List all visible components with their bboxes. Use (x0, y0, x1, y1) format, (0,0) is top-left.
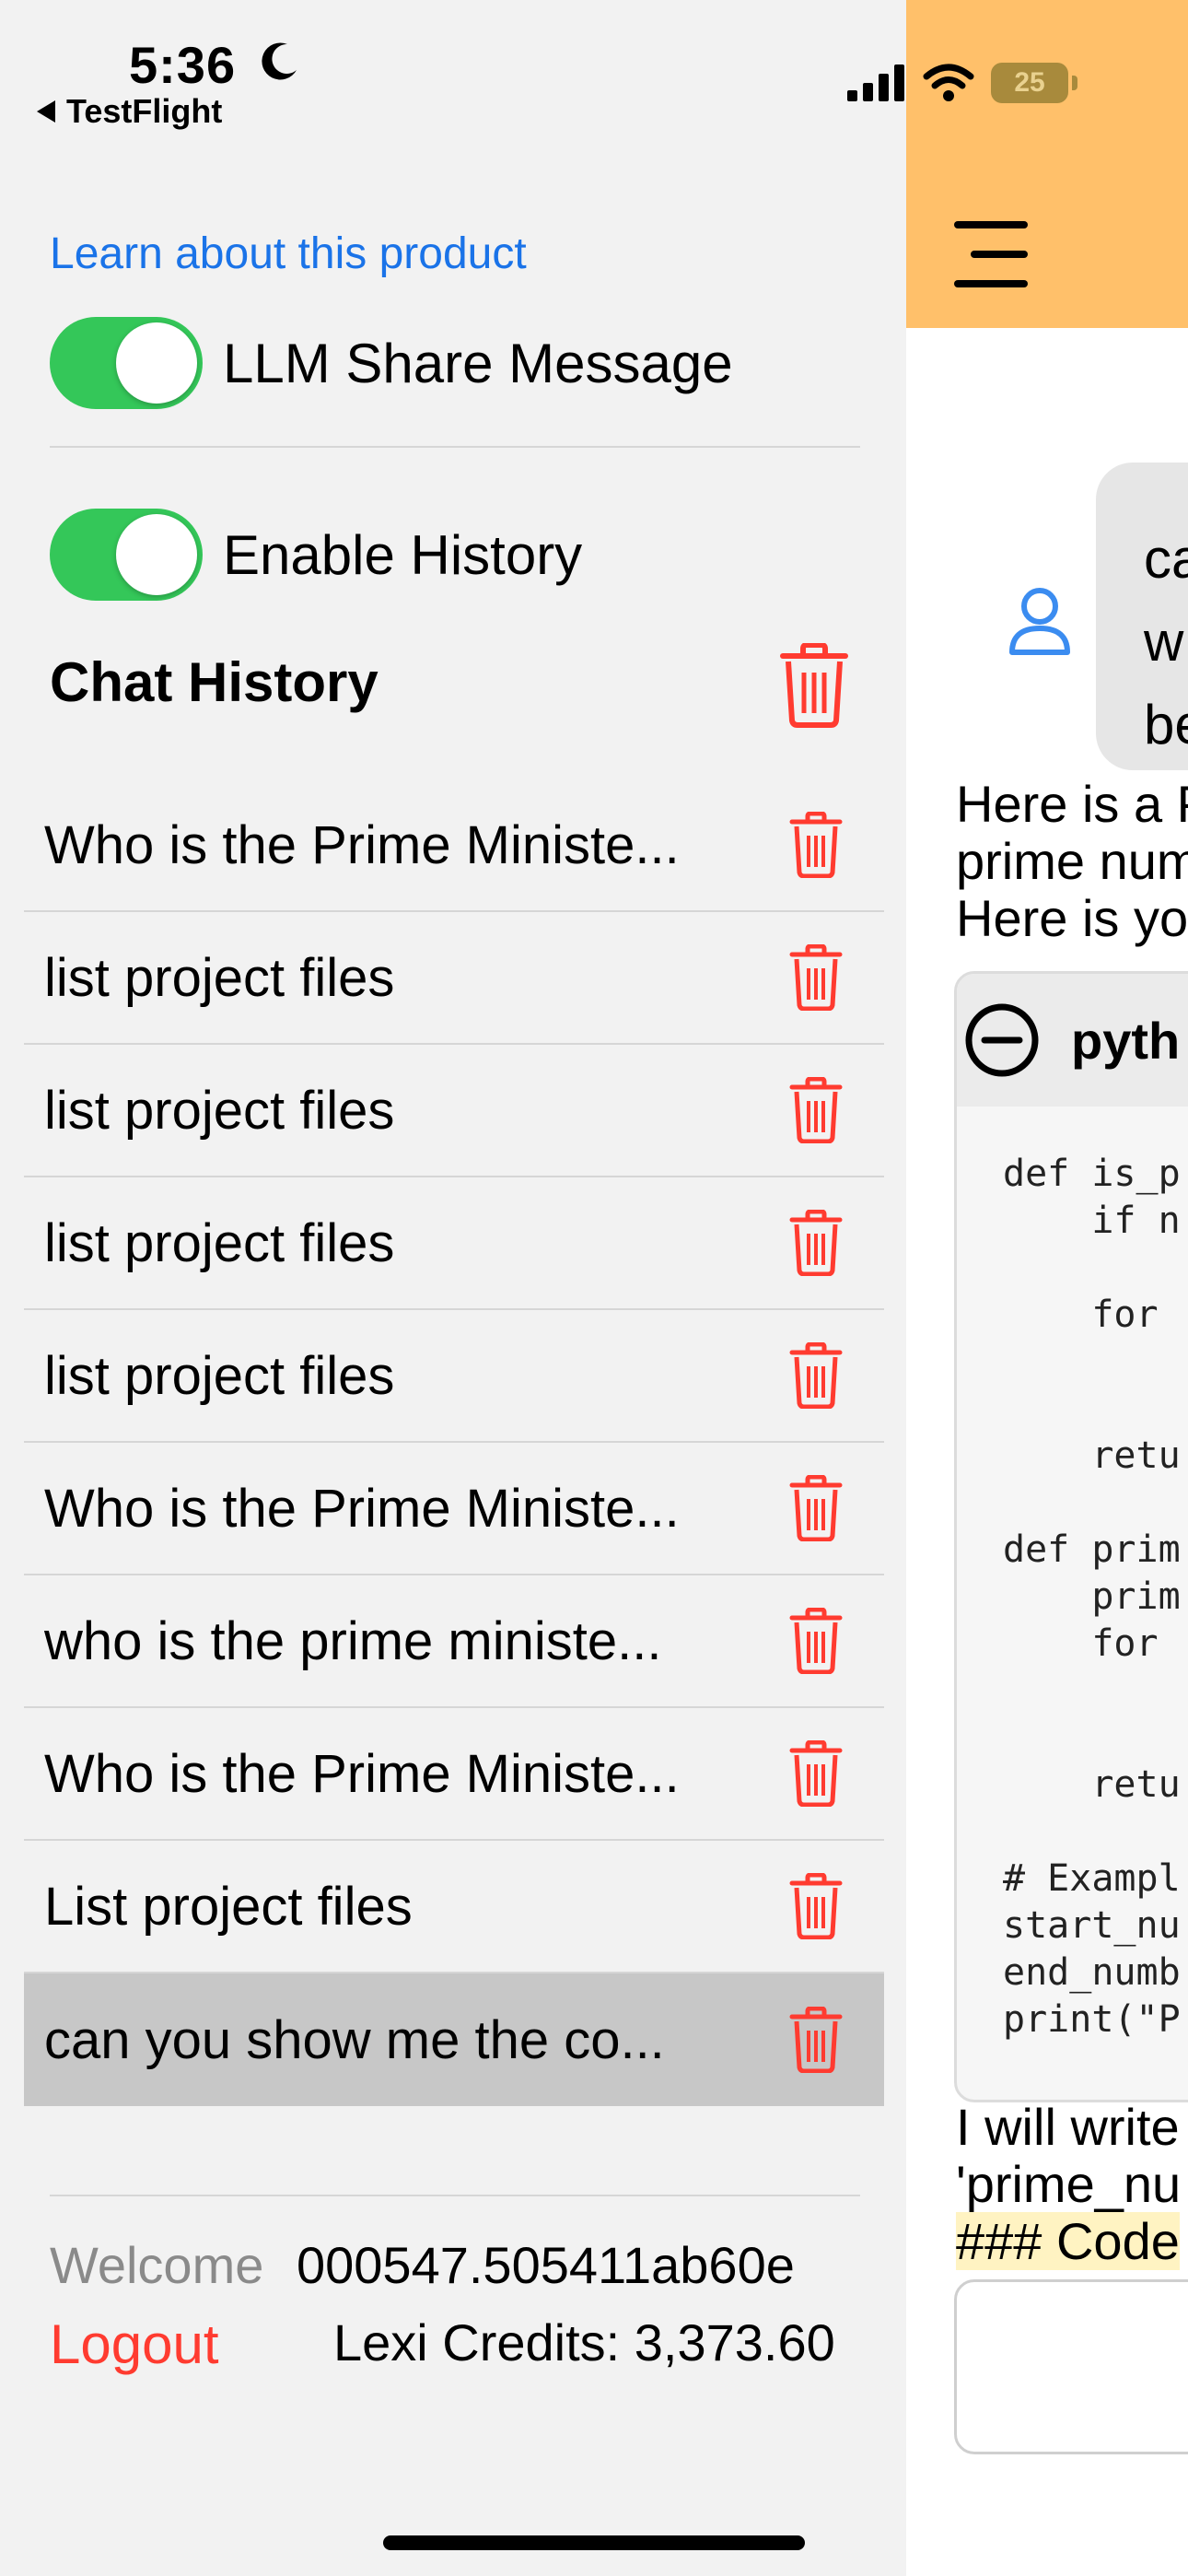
side-drawer: Learn about this product LLM Share Messa… (0, 0, 906, 2576)
back-app-label: TestFlight (66, 92, 223, 130)
history-item-title: who is the prime ministe... (44, 1610, 662, 1671)
toggle-label: LLM Share Message (223, 332, 733, 394)
welcome-label: Welcome (50, 2236, 264, 2294)
code-line: def prim (1003, 1528, 1181, 1571)
code-line: retu (1003, 1434, 1181, 1477)
user-message-line: w (1144, 611, 1184, 673)
status-time: 5:36 (129, 36, 237, 94)
trash-icon[interactable] (788, 1873, 844, 1939)
code-line: end_numb (1003, 1951, 1181, 1994)
chat-history-title: Chat History (50, 651, 379, 713)
markdown-heading: ### Code (956, 2212, 1180, 2270)
menu-icon[interactable] (954, 221, 1028, 310)
user-avatar-icon (1009, 588, 1070, 655)
user-message-line: be (1144, 694, 1188, 755)
history-item-title: List project files (44, 1876, 413, 1937)
reply-line: Here is you (956, 889, 1188, 947)
back-to-app-button[interactable]: TestFlight (37, 92, 222, 131)
trash-icon[interactable] (788, 944, 844, 1011)
history-item-title: list project files (44, 947, 395, 1008)
code-block-header[interactable]: pyth (957, 974, 1188, 1107)
divider (50, 446, 860, 448)
history-item[interactable]: Who is the Prime Ministe... (24, 1443, 884, 1575)
trash-icon[interactable] (788, 1608, 844, 1674)
history-item-title: can you show me the co... (44, 2009, 665, 2070)
trash-icon[interactable] (788, 1740, 844, 1807)
code-line: retu (1003, 1763, 1181, 1806)
toggle-label: Enable History (223, 523, 583, 586)
user-id: 000547.505411ab60e (297, 2236, 795, 2294)
code-line: # Exampl (1003, 1857, 1181, 1900)
enable-history-toggle[interactable] (50, 509, 203, 601)
trash-icon[interactable] (788, 1077, 844, 1143)
trash-icon[interactable] (788, 1342, 844, 1409)
code-line: for (1003, 1294, 1181, 1336)
assistant-reply: Here is a P prime num Here is you (956, 776, 1188, 947)
trash-icon[interactable] (788, 812, 844, 878)
trash-icon[interactable] (788, 1210, 844, 1276)
delete-all-trash-icon[interactable] (779, 643, 849, 728)
history-item-title: Who is the Prime Ministe... (44, 1478, 680, 1539)
signal-icon (847, 64, 904, 101)
back-arrow-icon (37, 100, 55, 123)
history-item-title: list project files (44, 1080, 395, 1141)
code-line: for (1003, 1622, 1181, 1665)
user-message-line: ca (1144, 528, 1188, 590)
history-item[interactable]: list project files (24, 1310, 884, 1443)
llm-share-toggle[interactable] (50, 317, 203, 409)
history-item[interactable]: Who is the Prime Ministe... (24, 779, 884, 912)
credits-balance: Lexi Credits: 3,373.60 (333, 2313, 835, 2371)
collapse-icon[interactable] (964, 1002, 1040, 1078)
history-item[interactable]: List project files (24, 1841, 884, 1973)
code-block: pyth def is_p if n for retu def prim prim… (954, 971, 1188, 2102)
chat-header-bar (906, 0, 1188, 328)
history-item[interactable]: list project files (24, 1177, 884, 1310)
code-line: if n (1003, 1200, 1181, 1242)
code-line: prim (1003, 1575, 1181, 1618)
code-line: def is_p (1003, 1153, 1181, 1195)
history-item[interactable]: list project files (24, 912, 884, 1045)
history-item[interactable]: who is the prime ministe... (24, 1575, 884, 1708)
battery-icon: 25 (991, 63, 1077, 103)
home-indicator[interactable] (383, 2535, 805, 2550)
chat-history-list: Who is the Prime Ministe... list project … (24, 779, 884, 2106)
reply-line: prime num (956, 832, 1188, 890)
history-item-title: Who is the Prime Ministe... (44, 814, 680, 875)
status-indicators: 25 (847, 63, 1077, 103)
learn-about-product-link[interactable]: Learn about this product (50, 228, 527, 279)
logout-button[interactable]: Logout (50, 2313, 219, 2376)
reply-line: Here is a P (956, 776, 1188, 833)
history-item[interactable]: list project files (24, 1045, 884, 1177)
code-line: start_nu (1003, 1904, 1181, 1947)
wifi-icon (923, 64, 974, 101)
followup-line: I will write (956, 2099, 1180, 2156)
user-message-bubble: ca w be (1096, 463, 1188, 770)
assistant-followup: I will write 'prime_nu ### Code (956, 2099, 1188, 2270)
code-language: pyth (1071, 1011, 1181, 1070)
code-text: def is_p if n for retu def prim prim for … (957, 1107, 1188, 2043)
followup-line: 'prime_nu (956, 2155, 1182, 2213)
history-item-title: list project files (44, 1212, 395, 1273)
message-input[interactable] (954, 2279, 1188, 2454)
enable-history-toggle-row: Enable History (50, 509, 582, 601)
code-line: print("P (1003, 1998, 1181, 2041)
history-item[interactable]: can you show me the co... (24, 1973, 884, 2106)
moon-icon (262, 42, 297, 80)
divider (50, 2195, 860, 2196)
history-item-title: Who is the Prime Ministe... (44, 1743, 680, 1804)
battery-level: 25 (1014, 67, 1045, 98)
llm-share-toggle-row: LLM Share Message (50, 317, 733, 409)
history-item[interactable]: Who is the Prime Ministe... (24, 1708, 884, 1841)
history-item-title: list project files (44, 1345, 395, 1406)
trash-icon[interactable] (788, 2007, 844, 2073)
trash-icon[interactable] (788, 1475, 844, 1541)
